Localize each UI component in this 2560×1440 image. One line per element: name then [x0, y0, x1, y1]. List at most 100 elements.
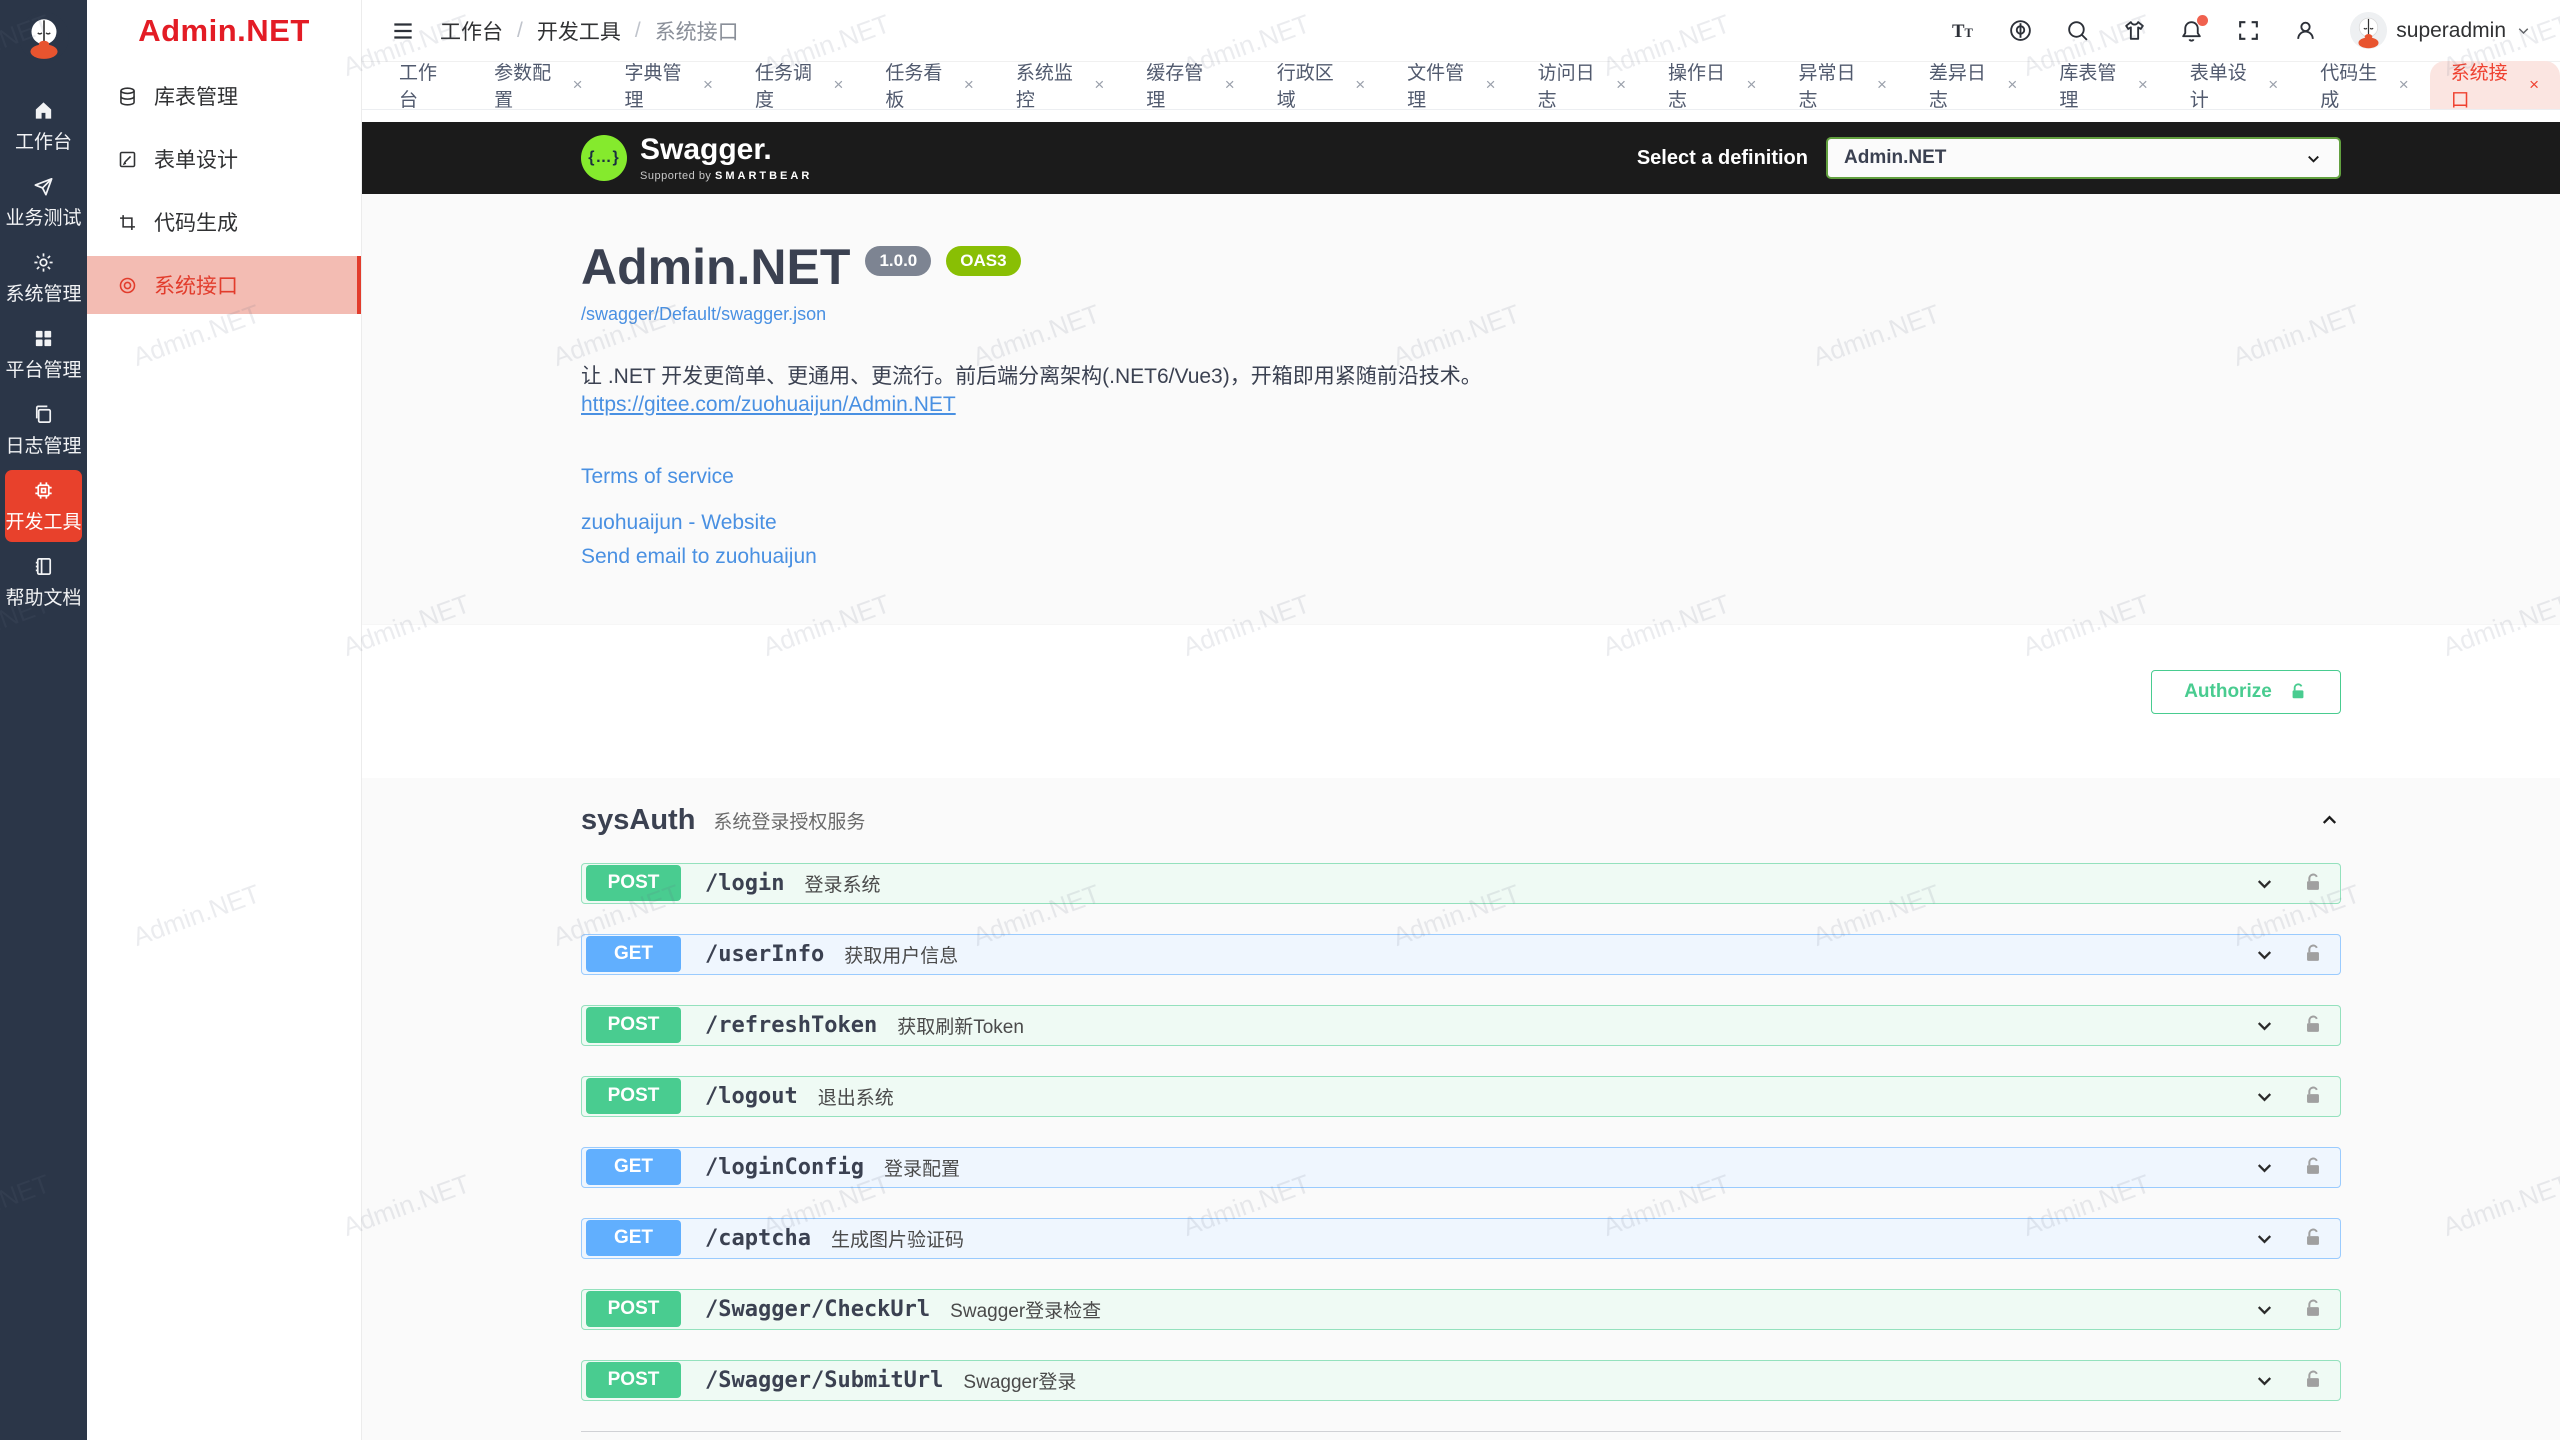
lock-icon[interactable] — [2302, 1156, 2324, 1178]
tab[interactable]: 行政区域 × — [1256, 61, 1386, 109]
tab[interactable]: 表单设计 × — [2169, 61, 2299, 109]
expand-chevron-icon[interactable] — [2253, 1156, 2276, 1179]
tab-close-icon[interactable]: × — [2138, 75, 2148, 95]
tab-close-icon[interactable]: × — [573, 75, 583, 95]
tag-description: 系统登录授权服务 — [713, 807, 865, 834]
profile-icon[interactable] — [2293, 18, 2318, 43]
lock-icon[interactable] — [2302, 872, 2324, 894]
sidebar-item-form-design[interactable]: 表单设计 — [87, 130, 361, 188]
tag-section-sysauth[interactable]: sysAuth 系统登录授权服务 — [581, 778, 2341, 863]
theme-icon[interactable] — [2122, 18, 2147, 43]
spec-url-link[interactable]: /swagger/Default/swagger.json — [581, 304, 826, 325]
chevron-up-icon[interactable] — [2318, 809, 2341, 832]
rail-item-platform-mgmt[interactable]: 平台管理 — [5, 318, 82, 390]
tab[interactable]: 代码生成 × — [2299, 61, 2429, 109]
user-menu[interactable]: superadmin — [2350, 12, 2532, 49]
rail-item-label: 开发工具 — [5, 507, 81, 534]
tab-close-icon[interactable]: × — [1877, 75, 1887, 95]
expand-chevron-icon[interactable] — [2253, 1227, 2276, 1250]
tab[interactable]: 工作台 × — [378, 61, 473, 109]
search-icon[interactable] — [2065, 18, 2090, 43]
tag-section-sysuser[interactable]: sysUser 系统用户服务 — [581, 1432, 2341, 1440]
language-icon[interactable] — [2008, 18, 2033, 43]
tab-close-icon[interactable]: × — [1094, 75, 1104, 95]
endpoint-row[interactable]: POST /login 登录系统 — [581, 863, 2341, 904]
tab[interactable]: 任务看板 × — [864, 61, 994, 109]
endpoint-row[interactable]: POST /Swagger/SubmitUrl Swagger登录 — [581, 1360, 2341, 1401]
sidebar-item-code-gen[interactable]: 代码生成 — [87, 193, 361, 251]
tab-close-icon[interactable]: × — [2268, 75, 2278, 95]
expand-chevron-icon[interactable] — [2253, 1369, 2276, 1392]
tab[interactable]: 文件管理 × — [1386, 61, 1516, 109]
tab[interactable]: 参数配置 × — [473, 61, 603, 109]
email-link[interactable]: Send email to zuohuaijun — [581, 545, 2341, 569]
endpoint-row[interactable]: GET /loginConfig 登录配置 — [581, 1147, 2341, 1188]
authorize-label: Authorize — [2184, 681, 2272, 703]
endpoint-row[interactable]: GET /userInfo 获取用户信息 — [581, 934, 2341, 975]
rail-item-system-mgmt[interactable]: 系统管理 — [5, 242, 82, 314]
expand-chevron-icon[interactable] — [2253, 1085, 2276, 1108]
definition-select[interactable]: Admin.NET — [1826, 137, 2341, 179]
sidebar-item-db-tables[interactable]: 库表管理 — [87, 67, 361, 125]
tab-close-icon[interactable]: × — [1616, 75, 1626, 95]
tab[interactable]: 库表管理 × — [2038, 61, 2168, 109]
rail-item-dev-tools[interactable]: 开发工具 — [5, 470, 82, 542]
lock-icon[interactable] — [2302, 1085, 2324, 1107]
lock-icon[interactable] — [2302, 1227, 2324, 1249]
endpoint-path: /loginConfig — [705, 1155, 864, 1180]
endpoint-description: 生成图片验证码 — [831, 1225, 964, 1252]
rail-item-biz-test[interactable]: 业务测试 — [5, 166, 82, 238]
tab-close-icon[interactable]: × — [1225, 75, 1235, 95]
tab[interactable]: 缓存管理 × — [1125, 61, 1255, 109]
endpoint-row[interactable]: POST /logout 退出系统 — [581, 1076, 2341, 1117]
font-size-icon[interactable]: TT — [1951, 18, 1976, 43]
expand-chevron-icon[interactable] — [2253, 943, 2276, 966]
tab[interactable]: 字典管理 × — [604, 61, 734, 109]
tab-close-icon[interactable]: × — [964, 75, 974, 95]
tab[interactable]: 任务调度 × — [734, 61, 864, 109]
breadcrumb-item[interactable]: 工作台 — [440, 16, 503, 46]
tab[interactable]: 系统监控 × — [995, 61, 1125, 109]
app-logo-avatar[interactable] — [19, 12, 69, 62]
endpoint-row[interactable]: POST /Swagger/CheckUrl Swagger登录检查 — [581, 1289, 2341, 1330]
tab-close-icon[interactable]: × — [1355, 75, 1365, 95]
tab[interactable]: 访问日志 × — [1517, 61, 1647, 109]
notifications-icon[interactable] — [2179, 18, 2204, 43]
expand-chevron-icon[interactable] — [2253, 1014, 2276, 1037]
breadcrumb-separator: / — [517, 19, 523, 43]
tab[interactable]: 差异日志 × — [1908, 61, 2038, 109]
expand-chevron-icon[interactable] — [2253, 1298, 2276, 1321]
tab-close-icon[interactable]: × — [703, 75, 713, 95]
collapse-menu-icon[interactable] — [390, 18, 416, 44]
tab[interactable]: 系统接口 × — [2430, 61, 2560, 109]
lock-icon[interactable] — [2302, 1014, 2324, 1036]
terms-link[interactable]: Terms of service — [581, 465, 2341, 489]
sidebar-item-system-api[interactable]: 系统接口 — [87, 256, 361, 314]
rail-item-workbench[interactable]: 工作台 — [5, 90, 82, 162]
breadcrumb: 工作台 / 开发工具 / 系统接口 — [440, 16, 739, 46]
website-link[interactable]: zuohuaijun - Website — [581, 511, 2341, 535]
repo-link[interactable]: https://gitee.com/zuohuaijun/Admin.NET — [581, 393, 956, 417]
grid-icon — [32, 327, 55, 350]
tab-close-icon[interactable]: × — [1747, 75, 1757, 95]
tab-close-icon[interactable]: × — [2529, 75, 2539, 95]
endpoint-row[interactable]: POST /refreshToken 获取刷新Token — [581, 1005, 2341, 1046]
expand-chevron-icon[interactable] — [2253, 872, 2276, 895]
lock-icon[interactable] — [2302, 943, 2324, 965]
tab-close-icon[interactable]: × — [833, 75, 843, 95]
rail-item-log-mgmt[interactable]: 日志管理 — [5, 394, 82, 466]
endpoint-description: 登录配置 — [884, 1154, 960, 1181]
rail-item-help-docs[interactable]: 帮助文档 — [5, 546, 82, 618]
authorize-button[interactable]: Authorize — [2151, 670, 2341, 714]
lock-icon[interactable] — [2302, 1369, 2324, 1391]
fullscreen-icon[interactable] — [2236, 18, 2261, 43]
endpoint-row[interactable]: GET /captcha 生成图片验证码 — [581, 1218, 2341, 1259]
lock-icon[interactable] — [2302, 1298, 2324, 1320]
tab-label: 文件管理 — [1407, 58, 1477, 112]
tab-close-icon[interactable]: × — [2007, 75, 2017, 95]
breadcrumb-item[interactable]: 开发工具 — [537, 16, 621, 46]
tab-close-icon[interactable]: × — [2399, 75, 2409, 95]
tab[interactable]: 操作日志 × — [1647, 61, 1777, 109]
tab-close-icon[interactable]: × — [1486, 75, 1496, 95]
tab[interactable]: 异常日志 × — [1777, 61, 1907, 109]
